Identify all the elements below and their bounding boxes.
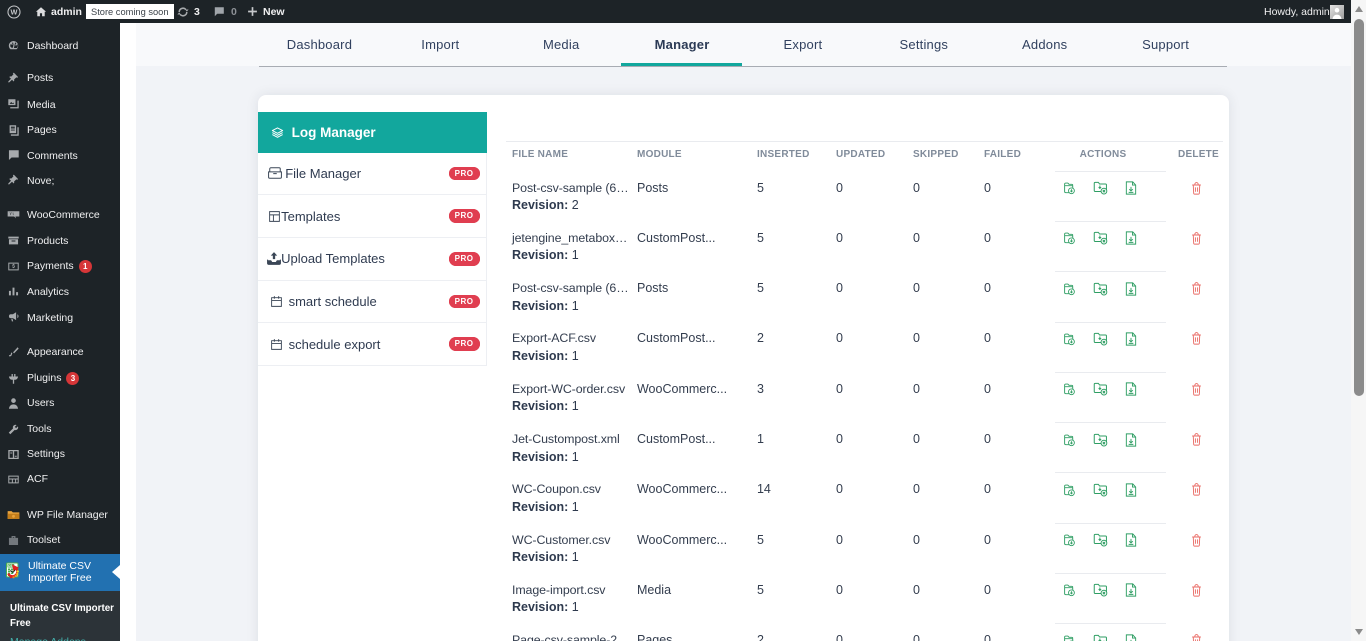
svg-text:W: W: [11, 7, 18, 16]
